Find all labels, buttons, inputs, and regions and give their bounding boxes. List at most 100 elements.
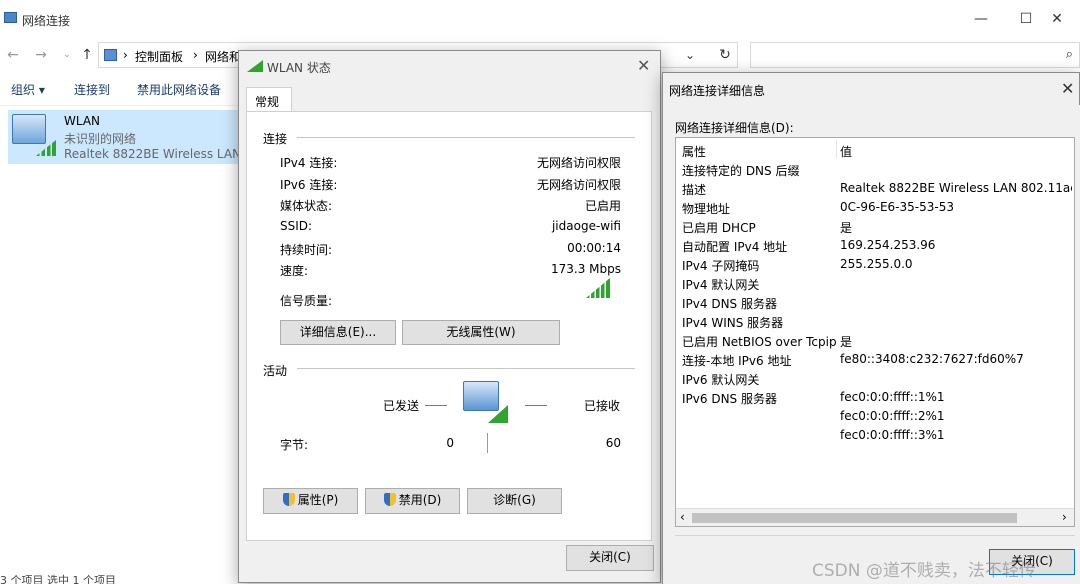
wlan-connection-item[interactable]: WLAN 未识别的网络 Realtek 8822BE Wireless LAN … — [8, 110, 256, 164]
breadcrumb-control-panel[interactable]: 控制面板 — [135, 48, 183, 65]
close-icon[interactable]: ✕ — [1061, 79, 1074, 98]
details-row-property[interactable]: 描述 — [682, 181, 706, 198]
scroll-left-icon[interactable]: ‹ — [680, 510, 685, 524]
ipv4-label: IPv4 连接: — [280, 156, 338, 170]
explorer-title-bar: 网络连接 — ☐ ✕ — [0, 0, 1080, 38]
activity-separator — [297, 368, 635, 369]
status-close-button[interactable]: 关闭(C) — [566, 545, 654, 571]
wlan-status-dialog: WLAN 状态 ✕ 常规 连接 IPv4 连接: 无网络访问权限 IPv6 连接… — [238, 50, 661, 583]
media-state-value: 已启用 — [584, 199, 621, 213]
details-row-value[interactable]: 255.255.0.0 — [840, 257, 913, 271]
search-icon: ⌕ — [1065, 47, 1073, 62]
details-row-value[interactable]: 是 — [840, 333, 852, 350]
up-icon[interactable]: ↑ — [78, 45, 96, 65]
details-row-property[interactable]: 连接-本地 IPv6 地址 — [682, 352, 791, 369]
watermark: CSDN @道不贱卖，法不轻传 — [812, 561, 1036, 581]
sent-line — [425, 405, 447, 406]
details-row-property[interactable]: 已启用 DHCP — [682, 219, 756, 236]
details-row-property[interactable]: IPv4 默认网关 — [682, 276, 759, 293]
wlan-item-status: 未识别的网络 — [64, 132, 137, 146]
wlan-status-title: WLAN 状态 — [267, 61, 331, 75]
recent-dropdown-icon[interactable]: ⌄ — [58, 45, 76, 65]
section-connection: 连接 — [263, 132, 288, 146]
ssid-label: SSID: — [280, 219, 313, 233]
received-label: 已接收 — [584, 399, 621, 413]
details-row-property[interactable]: 已启用 NetBIOS over Tcpip — [682, 333, 837, 350]
duration-value: 00:00:14 — [567, 241, 621, 255]
speed-value: 173.3 Mbps — [550, 262, 621, 276]
disable-button-label: 禁用(D) — [398, 493, 442, 507]
connect-to-button[interactable]: 连接到 — [74, 81, 110, 98]
refresh-icon[interactable]: ↻ — [716, 45, 734, 65]
properties-button[interactable]: 属性(P) — [263, 488, 358, 514]
address-dropdown-icon[interactable]: ⌄ — [685, 48, 695, 62]
details-caption: 网络连接详细信息(D): — [675, 121, 794, 135]
details-button[interactable]: 详细信息(E)... — [280, 320, 396, 345]
received-line — [525, 405, 547, 406]
maximize-icon[interactable]: ☐ — [1011, 8, 1041, 30]
details-row-value[interactable]: fec0:0:0:ffff::1%1 — [840, 390, 945, 404]
ipv6-value: 无网络访问权限 — [536, 178, 621, 192]
details-row-value[interactable]: 169.254.253.96 — [840, 238, 935, 252]
search-input[interactable]: ⌕ — [750, 42, 1080, 68]
disable-button[interactable]: 禁用(D) — [365, 488, 460, 514]
details-row-value[interactable]: Realtek 8822BE Wireless LAN 802.11ac PC — [840, 181, 1072, 195]
close-icon[interactable]: ✕ — [1042, 8, 1072, 30]
horizontal-scrollbar[interactable]: ‹ › — [676, 508, 1074, 526]
wlan-adapter-icon — [12, 114, 46, 144]
back-icon[interactable]: ← — [4, 45, 22, 65]
organize-menu[interactable]: 组织 ▾ — [11, 81, 45, 98]
details-row-value[interactable]: 0C-96-E6-35-53-53 — [840, 200, 954, 214]
signal-quality-label: 信号质量: — [280, 294, 333, 308]
disable-device-button[interactable]: 禁用此网络设备 — [137, 81, 221, 98]
bytes-divider — [487, 433, 488, 453]
ipv4-value: 无网络访问权限 — [536, 156, 621, 170]
control-panel-icon — [104, 49, 117, 61]
bytes-received-value: 60 — [605, 436, 621, 450]
section-activity: 活动 — [263, 364, 288, 378]
tab-general[interactable]: 常规 — [246, 87, 292, 112]
duration-label: 持续时间: — [280, 243, 333, 257]
network-computer-icon — [463, 381, 499, 411]
details-row-property[interactable]: IPv6 DNS 服务器 — [682, 390, 777, 407]
shield-icon — [282, 493, 295, 506]
breadcrumb-separator: › — [123, 48, 128, 62]
properties-button-label: 属性(P) — [297, 493, 339, 507]
details-row-value[interactable]: fec0:0:0:ffff::2%1 — [840, 409, 945, 423]
details-dialog: 网络连接详细信息 ✕ 网络连接详细信息(D): 属性 值 连接特定的 DNS 后… — [662, 72, 1080, 584]
column-header-property[interactable]: 属性 — [682, 143, 706, 160]
bytes-label: 字节: — [280, 438, 309, 452]
connection-separator — [297, 137, 635, 138]
details-row-property[interactable]: 自动配置 IPv4 地址 — [682, 238, 787, 255]
wlan-item-name: WLAN — [64, 114, 101, 128]
details-row-value[interactable]: fec0:0:0:ffff::3%1 — [840, 428, 945, 442]
minimize-icon[interactable]: — — [966, 8, 996, 30]
network-folder-icon — [4, 12, 17, 23]
explorer-title: 网络连接 — [22, 14, 71, 28]
details-row-property[interactable]: 连接特定的 DNS 后缀 — [682, 162, 799, 179]
details-row-value[interactable]: 是 — [840, 219, 852, 236]
column-header-value[interactable]: 值 — [840, 143, 852, 160]
details-row-property[interactable]: IPv6 默认网关 — [682, 371, 759, 388]
ssid-value: jidaoge-wifi — [551, 219, 621, 233]
media-state-label: 媒体状态: — [280, 199, 333, 213]
details-row-property[interactable]: IPv4 子网掩码 — [682, 257, 759, 274]
explorer-status-bar: 3 个项目 选中 1 个项目 — [0, 574, 116, 584]
details-row-property[interactable]: 物理地址 — [682, 200, 730, 217]
details-row-property[interactable]: IPv4 WINS 服务器 — [682, 314, 783, 331]
details-row-property[interactable]: IPv4 DNS 服务器 — [682, 295, 777, 312]
column-divider — [836, 140, 837, 158]
bytes-sent-value: 0 — [446, 436, 454, 450]
close-icon[interactable]: ✕ — [637, 56, 650, 75]
shield-icon — [383, 493, 396, 506]
scroll-right-icon[interactable]: › — [1062, 510, 1067, 524]
forward-icon[interactable]: → — [32, 45, 50, 65]
wireless-properties-button[interactable]: 无线属性(W) — [402, 320, 560, 345]
breadcrumb-separator: › — [193, 48, 198, 62]
details-title: 网络连接详细信息 — [669, 84, 766, 98]
scrollbar-thumb[interactable] — [692, 513, 1017, 523]
details-listview[interactable]: 属性 值 连接特定的 DNS 后缀 描述 Realtek 8822BE Wirele… — [675, 137, 1075, 527]
speed-label: 速度: — [280, 264, 309, 278]
details-row-value[interactable]: fe80::3408:c232:7627:fd60%7 — [840, 352, 1024, 366]
diagnose-button[interactable]: 诊断(G) — [467, 488, 562, 514]
